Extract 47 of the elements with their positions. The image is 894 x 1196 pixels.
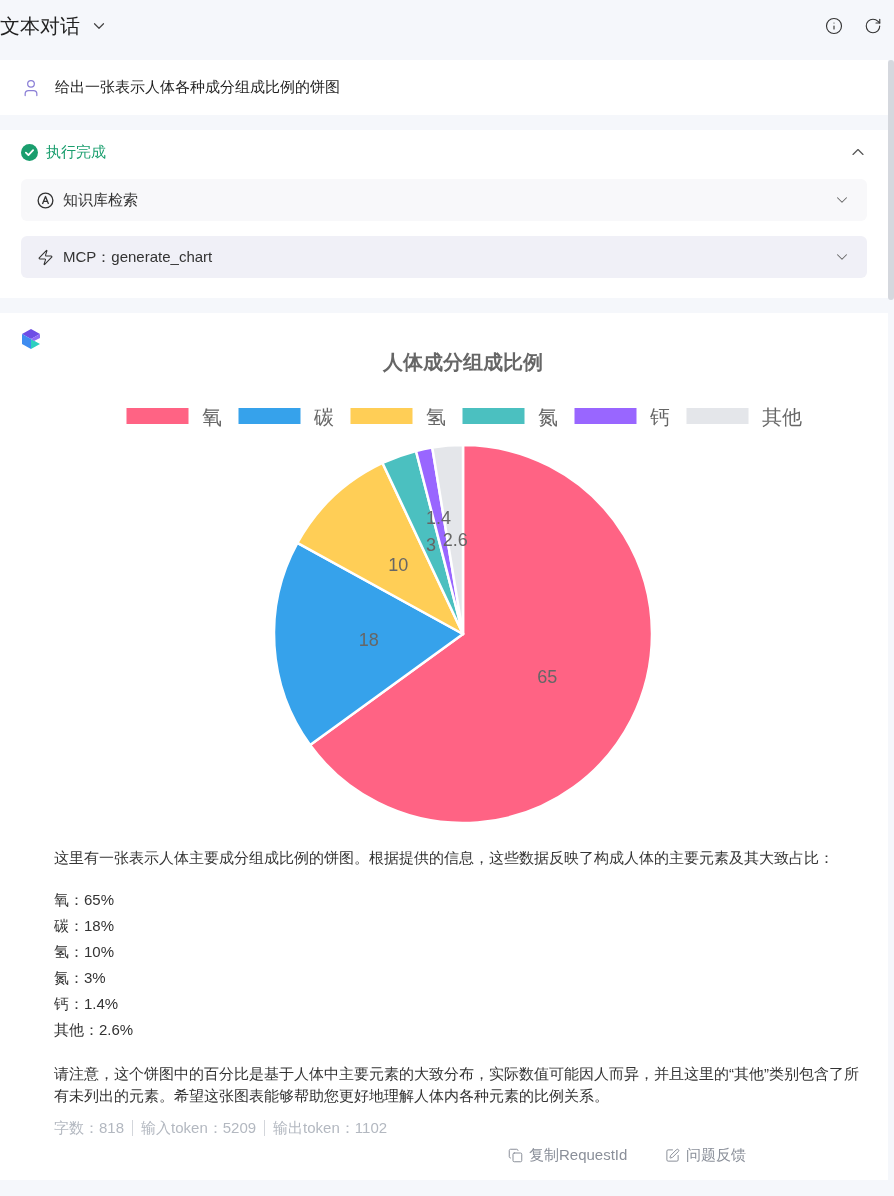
usage-stat: 输入token：5209 [132, 1120, 257, 1136]
step-item[interactable]: 知识库检索 [21, 179, 867, 221]
lightning-icon [37, 248, 54, 266]
execution-header[interactable]: 执行完成 [21, 141, 867, 163]
copy-icon [508, 1147, 523, 1163]
legend-label: 其他 [761, 406, 802, 428]
legend-label: 碳 [313, 406, 334, 428]
legend-swatch-icon [462, 408, 525, 424]
chart-title: 人体成分组成比例 [383, 351, 543, 373]
legend-label: 氮 [537, 406, 558, 428]
logo-icon [20, 328, 42, 350]
answer-intro: 这里有一张表示人体主要成分组成比例的饼图。根据提供的信息，这些数据反映了构成人体的主要元素及其大致占比： [54, 848, 835, 868]
info-button[interactable] [825, 17, 843, 35]
info-icon [825, 17, 843, 35]
list-item: 碳：18% [54, 916, 115, 936]
edit-icon [665, 1147, 681, 1163]
letter-a-circle-icon [37, 191, 54, 209]
legend-swatch-icon [574, 408, 637, 424]
legend-label: 氧 [201, 406, 222, 428]
answer-note: 请注意，这个饼图中的百分比是基于人体中主要元素的大致分布，实际数值可能因人而异，并且这里的“其他”类别包含了所有未列出的元素。希望这张图表能够帮助您更好地理解人体内各种元素的比例关系。 [54, 1064, 860, 1106]
list-item: 钙：1.4% [54, 994, 119, 1014]
legend-label: 钙 [649, 406, 670, 428]
action-link[interactable]: 问题反馈 [665, 1143, 747, 1167]
list-item: 氧：65% [54, 890, 115, 910]
value-label: 18 [358, 629, 379, 650]
legend-swatch-icon [238, 408, 301, 424]
usage-stat: 输出token：1102 [264, 1120, 388, 1136]
usage-stat: 字数：818 [54, 1117, 125, 1138]
list-item: 其他：2.6% [54, 1020, 134, 1040]
legend-label: 氢 [425, 406, 446, 428]
legend-swatch-icon [686, 408, 749, 424]
value-label: 1.4 [426, 508, 452, 529]
legend-swatch-icon [126, 408, 189, 424]
refresh-icon [864, 17, 882, 35]
value-label: 3 [426, 535, 436, 556]
check-circle-icon [21, 143, 38, 161]
page-title: 文本对话 [0, 16, 80, 36]
action-link[interactable]: 复制RequestId [508, 1143, 628, 1167]
step-item[interactable]: MCP：generate_chart [21, 236, 867, 278]
question-text: 给出一张表示人体各种成分组成比例的饼图 [55, 77, 340, 98]
scrollbar-thumb[interactable] [888, 60, 894, 300]
list-item: 氮：3% [54, 968, 106, 988]
legend-swatch-icon [350, 408, 413, 424]
value-label: 65 [537, 666, 558, 687]
refresh-button[interactable] [864, 17, 882, 35]
value-label: 10 [388, 555, 409, 576]
list-item: 氢：10% [54, 942, 115, 962]
